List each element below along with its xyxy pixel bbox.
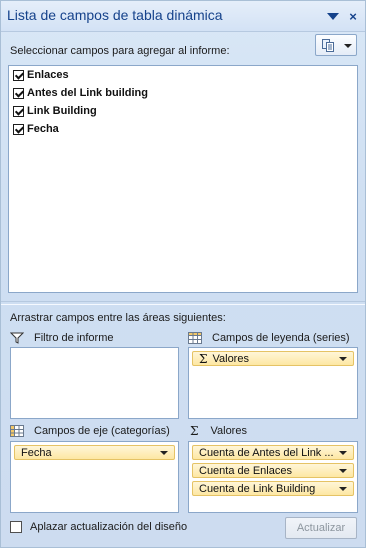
field-layout-button[interactable] [315,34,357,56]
pivot-field-list-pane: Lista de campos de tabla dinámica × Sele… [0,0,366,548]
field-label: Fecha [27,123,59,135]
legend-fields-label: Campos de leyenda (series) [212,332,350,344]
report-filter-label: Filtro de informe [34,332,114,344]
table-grid-icon [188,332,202,344]
field-item-link-building[interactable]: Link Building [13,103,97,119]
field-checkbox[interactable] [13,123,24,135]
values-area[interactable]: Cuenta de Antes del Link ... Cuenta de E… [188,441,358,513]
sigma-icon: Σ [199,351,208,366]
defer-update-option[interactable]: Aplazar actualización del diseño [10,520,187,534]
chevron-down-icon[interactable] [339,450,347,455]
chip-label: Cuenta de Enlaces [199,464,292,477]
report-filter-header: Filtro de informe [10,331,113,345]
report-filter-area[interactable] [10,347,179,419]
legend-field-chip-valores[interactable]: Σ Valores [192,351,354,366]
values-header: Σ Valores [190,424,247,438]
chip-label: Fecha [21,446,52,459]
field-checkbox[interactable] [13,87,24,99]
field-item-enlaces[interactable]: Enlaces [13,67,69,83]
chevron-down-icon[interactable] [339,356,347,361]
legend-fields-area[interactable]: Σ Valores [188,347,358,419]
values-label: Valores [210,425,247,437]
chevron-down-icon[interactable] [339,468,347,473]
chevron-down-icon[interactable] [339,486,347,491]
pane-title: Lista de campos de tabla dinámica [7,7,223,23]
chevron-down-icon [344,44,352,48]
field-checkbox[interactable] [13,69,24,81]
chip-label: Cuenta de Antes del Link ... [199,446,334,459]
legend-fields-header: Campos de leyenda (series) [188,331,350,345]
axis-fields-area[interactable]: Fecha [10,441,179,513]
value-field-chip[interactable]: Cuenta de Enlaces [192,463,354,478]
field-layout-icon [322,39,334,52]
field-list: Enlaces Antes del Link building Link Bui… [8,65,358,293]
defer-update-label: Aplazar actualización del diseño [30,521,188,533]
update-button[interactable]: Actualizar [285,517,357,539]
field-label: Antes del Link building [27,87,148,99]
axis-fields-header: Campos de eje (categorías) [10,424,170,438]
field-item-antes-del-link-building[interactable]: Antes del Link building [13,85,148,101]
table-grid-icon [10,425,24,437]
axis-field-chip-fecha[interactable]: Fecha [14,445,175,460]
value-field-chip[interactable]: Cuenta de Antes del Link ... [192,445,354,460]
close-icon[interactable]: × [345,8,361,24]
chip-label: Cuenta de Link Building [199,482,316,495]
sigma-icon: Σ [190,424,199,438]
task-pane-options-icon[interactable] [325,8,341,24]
filter-icon [10,332,24,344]
title-bar: Lista de campos de tabla dinámica × [1,1,365,32]
value-field-chip[interactable]: Cuenta de Link Building [192,481,354,496]
chevron-down-icon[interactable] [160,450,168,455]
select-fields-label: Seleccionar campos para agregar al infor… [10,45,230,57]
section-divider [1,301,365,305]
chip-label: Valores [212,352,249,365]
drag-fields-label: Arrastrar campos entre las áreas siguien… [10,312,226,324]
field-checkbox[interactable] [13,105,24,117]
field-item-fecha[interactable]: Fecha [13,121,59,137]
defer-update-checkbox[interactable] [10,521,22,533]
field-label: Link Building [27,105,97,117]
field-label: Enlaces [27,69,69,81]
axis-fields-label: Campos de eje (categorías) [34,425,170,437]
